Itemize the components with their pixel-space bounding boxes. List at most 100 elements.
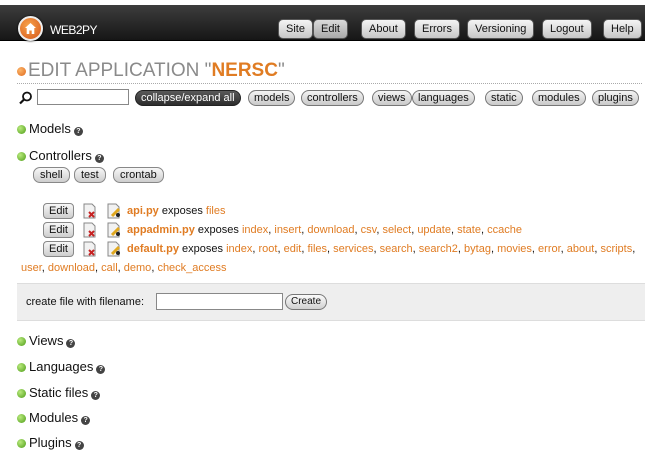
function-link[interactable]: about [567, 243, 595, 255]
function-link[interactable]: index [242, 224, 268, 236]
edit-file-icon[interactable] [107, 222, 121, 238]
section-models-label: Models [29, 121, 71, 136]
section-languages-label: Languages [29, 359, 94, 374]
function-link[interactable]: files [206, 205, 226, 217]
nav-site-button[interactable]: Site [278, 19, 313, 39]
create-button[interactable]: Create [285, 294, 328, 310]
function-link[interactable]: services [333, 243, 373, 255]
create-file-form: create file with filename: Create [17, 283, 645, 321]
collapse-expand-all-button[interactable]: collapse/expand all [135, 90, 241, 106]
section-models[interactable]: Models? [17, 121, 83, 136]
function-link[interactable]: user [21, 262, 42, 274]
controller-default: default.py exposes index, root, edit, fi… [127, 243, 636, 255]
function-link[interactable]: search2 [419, 243, 458, 255]
function-link[interactable]: csv [361, 224, 377, 236]
function-link[interactable]: insert [274, 224, 301, 236]
function-link[interactable]: error [538, 243, 561, 255]
function-link[interactable]: update [417, 224, 451, 236]
function-link[interactable]: check_access [157, 262, 226, 274]
static-status-icon [17, 389, 26, 398]
filter-modules-button[interactable]: modules [532, 90, 586, 106]
section-controllers-label: Controllers [29, 148, 92, 163]
section-plugins[interactable]: Plugins? [17, 435, 84, 450]
help-icon[interactable]: ? [91, 391, 101, 400]
filter-controllers-button[interactable]: controllers [301, 90, 364, 106]
section-modules-label: Modules [29, 410, 79, 425]
filter-views-button[interactable]: views [372, 90, 412, 106]
nav-about-button[interactable]: About [361, 19, 406, 39]
controller-filename-link[interactable]: appadmin.py [127, 224, 195, 236]
function-link[interactable]: select [382, 224, 411, 236]
page-title: EDIT APPLICATION "NERSC" [17, 60, 642, 84]
section-views[interactable]: Views? [17, 333, 76, 348]
search-icon [19, 91, 32, 105]
nav-edit-button[interactable]: Edit [313, 19, 348, 39]
delete-file-icon[interactable] [83, 241, 97, 257]
help-icon[interactable]: ? [94, 154, 104, 163]
help-icon[interactable]: ? [81, 416, 91, 425]
nav-logout-button[interactable]: Logout [542, 19, 592, 39]
create-file-label: create file with filename: [26, 296, 144, 308]
views-status-icon [17, 337, 26, 346]
filter-models-button[interactable]: models [248, 90, 296, 106]
home-icon[interactable] [18, 16, 43, 41]
shell-button[interactable]: shell [33, 167, 70, 183]
title-bullet-icon [17, 67, 26, 76]
languages-status-icon [17, 363, 26, 372]
help-icon[interactable]: ? [66, 339, 76, 348]
function-link[interactable]: download [307, 224, 354, 236]
function-link[interactable]: bytag [464, 243, 491, 255]
filter-plugins-button[interactable]: plugins [592, 90, 639, 106]
section-modules[interactable]: Modules? [17, 410, 91, 425]
function-link[interactable]: scripts [600, 243, 632, 255]
controller-default-continued: user, download, call, demo, check_access [21, 262, 227, 274]
section-views-label: Views [29, 333, 64, 348]
function-link[interactable]: demo [124, 262, 152, 274]
section-controllers[interactable]: Controllers? [17, 148, 104, 163]
crontab-button[interactable]: crontab [113, 167, 164, 183]
nav-versioning-button[interactable]: Versioning [467, 19, 535, 39]
section-plugins-label: Plugins [29, 435, 72, 450]
help-icon[interactable]: ? [96, 365, 106, 374]
function-link[interactable]: index [226, 243, 252, 255]
function-link[interactable]: root [258, 243, 277, 255]
controller-filename-link[interactable]: default.py [127, 243, 179, 255]
plugins-status-icon [17, 439, 26, 448]
help-icon[interactable]: ? [74, 441, 84, 450]
exposes-label: exposes [182, 243, 223, 255]
function-link[interactable]: download [48, 262, 95, 274]
exposes-label: exposes [197, 224, 239, 236]
controllers-status-icon [17, 152, 26, 161]
edit-api-button[interactable]: Edit [43, 203, 74, 219]
test-button[interactable]: test [74, 167, 106, 183]
edit-file-icon[interactable] [107, 203, 121, 219]
function-link[interactable]: edit [284, 243, 302, 255]
search-input[interactable] [37, 89, 129, 105]
help-icon[interactable]: ? [73, 127, 83, 136]
section-static[interactable]: Static files? [17, 385, 101, 400]
section-static-label: Static files [29, 385, 89, 400]
filter-static-button[interactable]: static [485, 90, 523, 106]
nav-help-button[interactable]: Help [603, 19, 642, 39]
function-link[interactable]: movies [497, 243, 532, 255]
controller-filename-link[interactable]: api.py [127, 205, 159, 217]
function-link[interactable]: search [380, 243, 413, 255]
edit-default-button[interactable]: Edit [43, 241, 74, 257]
exposes-label: exposes [161, 205, 203, 217]
title-prefix: EDIT APPLICATION " [28, 60, 212, 81]
title-suffix: " [277, 60, 285, 81]
nav-errors-button[interactable]: Errors [414, 19, 460, 39]
function-link[interactable]: files [307, 243, 327, 255]
models-status-icon [17, 125, 26, 134]
function-link[interactable]: call [101, 262, 118, 274]
section-languages[interactable]: Languages? [17, 359, 106, 374]
function-link[interactable]: ccache [487, 224, 522, 236]
edit-appadmin-button[interactable]: Edit [43, 222, 74, 238]
filename-input[interactable] [156, 293, 283, 310]
delete-file-icon[interactable] [83, 222, 97, 238]
function-link[interactable]: state [457, 224, 481, 236]
delete-file-icon[interactable] [83, 203, 97, 219]
edit-file-icon[interactable] [107, 241, 121, 257]
app-name: NERSC [211, 60, 278, 81]
filter-languages-button[interactable]: languages [412, 90, 475, 106]
